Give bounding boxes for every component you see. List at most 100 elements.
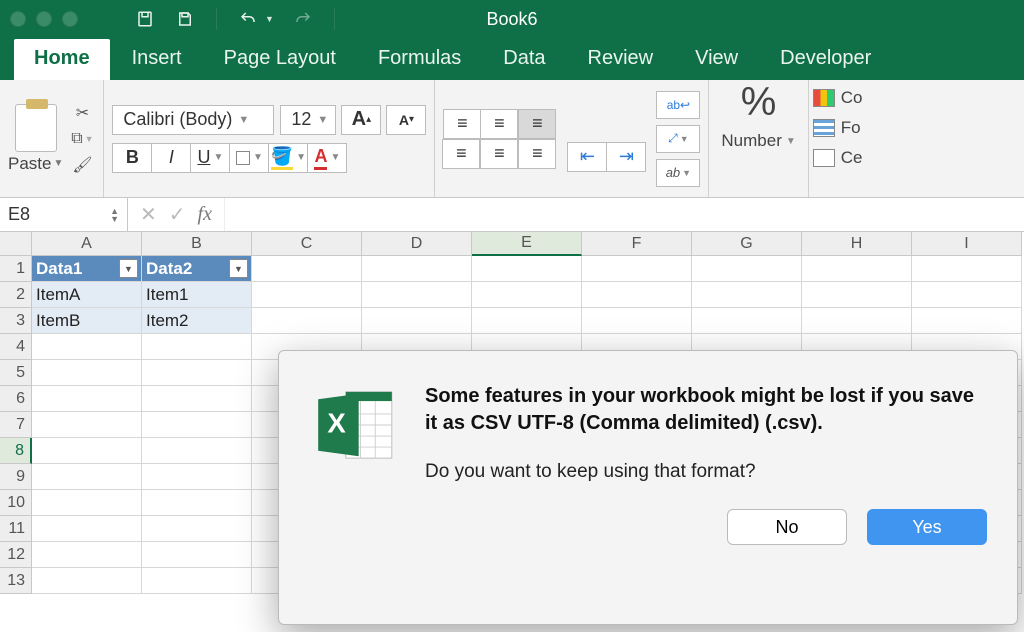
align-middle-button[interactable]: ≡ [480,109,518,139]
tab-page-layout[interactable]: Page Layout [204,39,356,80]
bold-button[interactable]: B [112,143,152,173]
cell-H3[interactable] [802,308,912,334]
cell-A2[interactable]: ItemA [32,282,142,308]
row-header-10[interactable]: 10 [0,490,32,516]
cell-B12[interactable] [142,542,252,568]
conditional-formatting-icon[interactable] [813,89,835,107]
row-header-1[interactable]: 1 [0,256,32,282]
save-icon[interactable] [134,8,156,30]
col-header-E[interactable]: E [472,232,582,256]
cell-B3[interactable]: Item2 [142,308,252,334]
align-center-button[interactable]: ≡ [480,139,518,169]
decrease-font-button[interactable]: A▾ [386,105,426,135]
cell-B7[interactable] [142,412,252,438]
dialog-no-button[interactable]: No [727,509,847,545]
increase-font-button[interactable]: A▴ [341,105,381,135]
orientation-button[interactable]: ab▼ [656,159,700,187]
enter-formula-icon[interactable]: ✓ [169,202,186,227]
select-all-corner[interactable] [0,232,32,256]
cell-B6[interactable] [142,386,252,412]
col-header-F[interactable]: F [582,232,692,256]
paste-label[interactable]: Paste [8,154,51,174]
filter-Data2[interactable]: ▼ [229,259,248,278]
underline-button[interactable]: U▼ [190,143,230,173]
cell-D1[interactable] [362,256,472,282]
col-header-H[interactable]: H [802,232,912,256]
cell-G1[interactable] [692,256,802,282]
format-painter-icon[interactable]: 🖌 [69,155,95,175]
wrap-text-button[interactable]: ab↩ [656,91,700,119]
tab-home[interactable]: Home [14,39,110,80]
col-header-C[interactable]: C [252,232,362,256]
cell-C3[interactable] [252,308,362,334]
cell-B9[interactable] [142,464,252,490]
row-header-3[interactable]: 3 [0,308,32,334]
paste-icon[interactable] [15,104,57,152]
cell-B4[interactable] [142,334,252,360]
cell-F1[interactable] [582,256,692,282]
row-header-9[interactable]: 9 [0,464,32,490]
cell-A9[interactable] [32,464,142,490]
formula-input[interactable] [224,198,1024,231]
row-header-6[interactable]: 6 [0,386,32,412]
tab-review[interactable]: Review [568,39,674,80]
tab-insert[interactable]: Insert [112,39,202,80]
row-header-7[interactable]: 7 [0,412,32,438]
number-label[interactable]: Number [721,131,781,151]
cell-B2[interactable]: Item1 [142,282,252,308]
cell-styles-icon[interactable] [813,149,835,167]
close-window[interactable] [10,11,26,27]
cell-B1[interactable]: Data2▼ [142,256,252,282]
cell-A1[interactable]: Data1▼ [32,256,142,282]
col-header-B[interactable]: B [142,232,252,256]
cell-A3[interactable]: ItemB [32,308,142,334]
undo-icon[interactable] [237,8,259,30]
tab-data[interactable]: Data [483,39,565,80]
cell-A5[interactable] [32,360,142,386]
cell-A7[interactable] [32,412,142,438]
row-header-5[interactable]: 5 [0,360,32,386]
cell-C2[interactable] [252,282,362,308]
cell-E2[interactable] [472,282,582,308]
conditional-formatting-label[interactable]: Co [841,88,863,108]
row-header-2[interactable]: 2 [0,282,32,308]
row-header-8[interactable]: 8 [0,438,32,464]
cell-A11[interactable] [32,516,142,542]
minimize-window[interactable] [36,11,52,27]
copy-icon[interactable]: ⧉▼ [69,129,95,149]
align-right-button[interactable]: ≡ [518,139,556,169]
save-as-icon[interactable] [174,8,196,30]
col-header-G[interactable]: G [692,232,802,256]
cell-A4[interactable] [32,334,142,360]
cell-D2[interactable] [362,282,472,308]
cell-A13[interactable] [32,568,142,594]
merge-button[interactable]: ⤢▼ [656,125,700,153]
italic-button[interactable]: I [151,143,191,173]
fill-color-button[interactable]: 🪣▼ [268,143,308,173]
format-as-table-icon[interactable] [813,119,835,137]
cell-F2[interactable] [582,282,692,308]
font-size-combo[interactable]: 12▼ [280,105,336,135]
col-header-I[interactable]: I [912,232,1022,256]
cell-B10[interactable] [142,490,252,516]
borders-button[interactable]: ▼ [229,143,269,173]
increase-indent-button[interactable]: ⇥ [606,142,646,172]
cell-E1[interactable] [472,256,582,282]
cell-A10[interactable] [32,490,142,516]
font-color-button[interactable]: A▼ [307,143,347,173]
cell-E3[interactable] [472,308,582,334]
filter-Data1[interactable]: ▼ [119,259,138,278]
dialog-yes-button[interactable]: Yes [867,509,987,545]
tab-view[interactable]: View [675,39,758,80]
align-bottom-button[interactable]: ≡ [518,109,556,139]
number-dropdown-icon[interactable]: ▼ [786,136,796,147]
format-as-table-label[interactable]: Fo [841,118,861,138]
align-top-button[interactable]: ≡ [443,109,481,139]
paste-dropdown-icon[interactable]: ▼ [53,158,63,169]
cancel-formula-icon[interactable]: ✕ [140,202,157,227]
cell-I1[interactable] [912,256,1022,282]
percent-icon[interactable]: % [741,80,777,125]
cell-A6[interactable] [32,386,142,412]
cell-H1[interactable] [802,256,912,282]
undo-dropdown[interactable]: ▼ [265,14,274,24]
